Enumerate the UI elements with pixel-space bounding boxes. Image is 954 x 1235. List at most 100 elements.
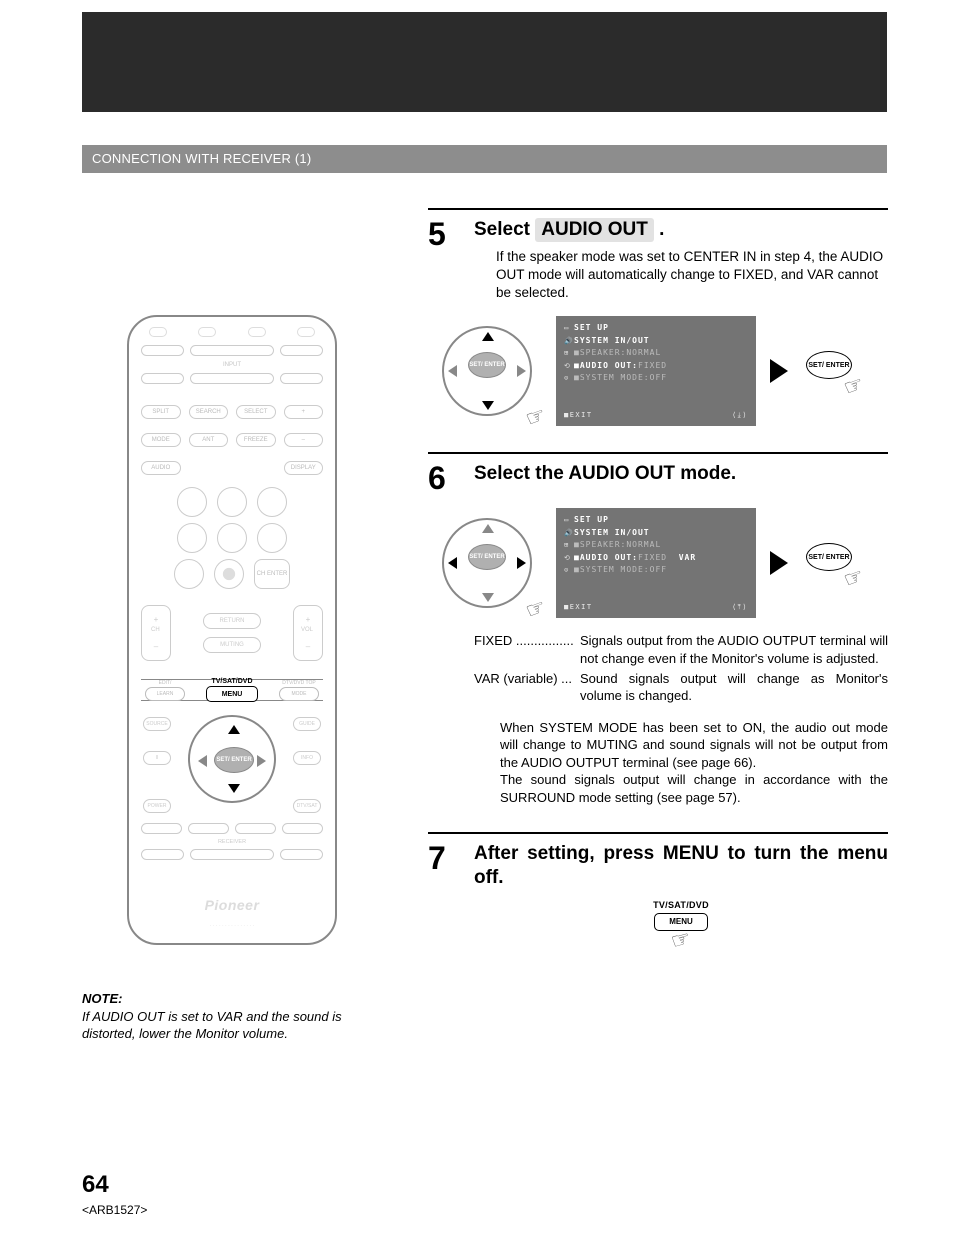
def-label-fixed: FIXED ................ (474, 632, 580, 667)
remote-model-text: · · · · · · · · · · · · · · · (129, 923, 335, 929)
definitions: FIXED ................ Signals output fr… (474, 632, 888, 704)
osd-line: SYSTEM IN/OUT (574, 336, 650, 345)
remote-tv-label: TV/SAT/DVD (211, 678, 252, 685)
header-dark-band (82, 12, 887, 112)
remote-vol-label: VOL (301, 627, 313, 633)
remote-source-button: SOURCE (143, 717, 171, 731)
remote-ch-label: CH (151, 627, 160, 633)
step-number: 5 (428, 218, 460, 250)
remote-ch-rocker: +– (141, 605, 171, 661)
remote-brand-logo: Pioneer (129, 897, 335, 913)
def-text-fixed: Signals output from the AUDIO OUTPUT ter… (580, 632, 888, 667)
osd-line: SYSTEM IN/OUT (574, 528, 650, 537)
step-title: Select AUDIO OUT . (474, 218, 888, 242)
osd-value: FIXED (638, 553, 667, 562)
step-description: If the speaker mode was set to CENTER IN… (496, 248, 888, 303)
osd-value: FIXED (638, 361, 667, 370)
osd-line: SPEAKER:NORMAL (580, 348, 661, 357)
step-7: 7 After setting, press MENU to turn the … (428, 832, 888, 953)
osd-line: SPEAKER:NORMAL (580, 540, 661, 549)
divider (428, 832, 888, 834)
remote-nav-right-icon (257, 755, 266, 767)
menu-caption: TV/SAT/DVD (626, 900, 736, 910)
remote-power-button: POWER (143, 799, 171, 813)
hand-pointer-icon: ☞ (522, 402, 549, 433)
remote-pause-button: II (143, 751, 171, 765)
arrow-right-icon (770, 359, 788, 383)
note-heading: NOTE: (82, 990, 382, 1008)
remote-info-button: INFO (293, 751, 321, 765)
hand-pointer-icon: ☞ (522, 594, 549, 625)
navpad-illustration: SET/ ENTER ☞ (432, 508, 542, 618)
remote-nav-up-icon (228, 725, 240, 734)
osd-line: SYSTEM MODE:OFF (580, 565, 667, 574)
remote-btn: DISPLAY (284, 461, 324, 475)
osd-line: SET UP (574, 323, 609, 332)
step-title-pre: Select (474, 219, 535, 240)
remote-mode-button: MODE (279, 687, 319, 701)
step-title: After setting, press MENU to turn the me… (474, 842, 888, 890)
remote-set-enter-button: SET/ ENTER (214, 747, 254, 773)
remote-btn: – (284, 433, 324, 447)
navpad-up-icon (482, 332, 494, 341)
navpad-right-icon (517, 557, 526, 569)
osd-preview: ▭SET UP 🔊SYSTEM IN/OUT ⊞■SPEAKER:NORMAL … (556, 316, 756, 426)
def-label-var: VAR (variable) ... (474, 670, 580, 705)
remote-btn: SEARCH (189, 405, 229, 419)
system-mode-note: When SYSTEM MODE has been set to ON, the… (500, 719, 888, 807)
remote-dtvtop-label: DTV/DVD TOP (282, 680, 315, 686)
remote-ch-enter: CH ENTER (254, 559, 290, 589)
remote-btn: MODE (141, 433, 181, 447)
navpad-up-icon (482, 524, 494, 533)
navpad-down-icon (482, 401, 494, 410)
osd-nav-icon: ⟨⤒⟩ (732, 603, 748, 612)
osd-exit: EXIT (570, 411, 593, 419)
osd-value-selected: VAR (679, 553, 696, 562)
step-number: 7 (428, 842, 460, 874)
step-title: Select the AUDIO OUT mode. (474, 462, 888, 486)
osd-exit: EXIT (570, 603, 593, 611)
navpad-down-icon (482, 593, 494, 602)
hand-pointer-icon: ☞ (840, 563, 867, 594)
menu-button-illustration: TV/SAT/DVD MENU ☞ (626, 900, 736, 953)
step-title-pill: AUDIO OUT (535, 218, 654, 242)
step-6: 6 Select the AUDIO OUT mode. SET/ ENTER … (428, 452, 888, 806)
remote-dtvsat-button: DTV/SAT (293, 799, 321, 813)
remote-btn: SELECT (236, 405, 276, 419)
navpad-left-icon (448, 365, 457, 377)
step-number: 6 (428, 462, 460, 494)
remote-btn: SPLIT (141, 405, 181, 419)
osd-line: AUDIO OUT: (580, 361, 638, 370)
remote-nav-down-icon (228, 784, 240, 793)
step-5: 5 Select AUDIO OUT . If the speaker mode… (428, 208, 888, 426)
remote-btn: AUDIO (141, 461, 181, 475)
remote-btn: ANT (189, 433, 229, 447)
remote-btn: + (284, 405, 324, 419)
osd-nav-icon: ⟨⤓⟩ (732, 411, 748, 420)
remote-control-illustration: INPUT SPLIT SEARCH SELECT + MODE ANT FRE… (127, 315, 337, 945)
sysnote-2: The sound signals output will change in … (500, 771, 888, 806)
remote-learn-button: LEARN (145, 687, 185, 701)
remote-btn: FREEZE (236, 433, 276, 447)
steps-column: 5 Select AUDIO OUT . If the speaker mode… (428, 208, 888, 979)
document-code: <ARB1527> (82, 1203, 147, 1217)
section-header: CONNECTION WITH RECEIVER (1) (82, 145, 887, 173)
navpad-illustration: SET/ ENTER ☞ (432, 316, 542, 426)
left-column: INPUT SPLIT SEARCH SELECT + MODE ANT FRE… (82, 315, 382, 1043)
hand-pointer-icon: ☞ (840, 371, 867, 402)
remote-guide-button: GUIDE (293, 717, 321, 731)
note-block: NOTE: If AUDIO OUT is set to VAR and the… (82, 990, 382, 1043)
def-text-var: Sound signals output will change as Moni… (580, 670, 888, 705)
divider (428, 452, 888, 454)
navpad-right-icon (517, 365, 526, 377)
osd-line: SET UP (574, 515, 609, 524)
remote-muting-button: MUTING (203, 637, 261, 653)
arrow-right-icon (770, 551, 788, 575)
remote-input-label: INPUT (129, 362, 335, 368)
osd-preview: ▭SET UP 🔊SYSTEM IN/OUT ⊞■SPEAKER:NORMAL … (556, 508, 756, 618)
set-enter-illustration: SET/ ENTER ☞ (802, 543, 858, 583)
page-number: 64 (82, 1171, 109, 1199)
osd-line: SYSTEM MODE:OFF (580, 373, 667, 382)
osd-line: AUDIO OUT: (580, 553, 638, 562)
remote-vol-rocker: +– (293, 605, 323, 661)
